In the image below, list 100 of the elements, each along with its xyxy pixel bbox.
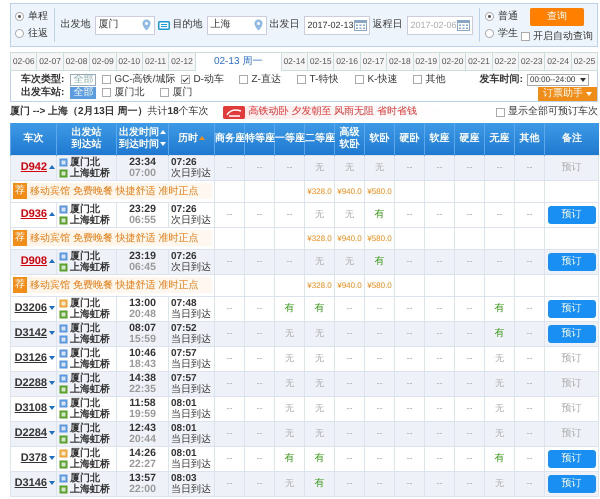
checkbox-label[interactable]: 厦门: [172, 86, 192, 98]
date-tab[interactable]: 02-13 周一: [196, 53, 282, 71]
input-field[interactable]: 2017-02-13: [304, 16, 370, 34]
seat-cell: --: [424, 249, 454, 274]
collapse-caret-icon[interactable]: [49, 165, 55, 170]
seat-cell: 无: [274, 471, 304, 496]
station-name: 厦门北: [70, 348, 100, 358]
checkbox-label[interactable]: 显示全部可预订车次: [508, 106, 598, 118]
checkbox-label[interactable]: Z-直达: [251, 74, 281, 86]
seat-cell: 有: [364, 202, 394, 227]
radio-button[interactable]: [485, 12, 494, 21]
checkbox[interactable]: [102, 75, 112, 84]
expand-caret-icon[interactable]: [49, 406, 55, 410]
seat-cell: 无: [274, 421, 304, 446]
time-select[interactable]: 00:00--24:00: [527, 74, 589, 86]
radio-button[interactable]: [15, 12, 24, 21]
date-tab[interactable]: 02-10: [116, 53, 143, 71]
checkbox-label[interactable]: 厦门北: [114, 86, 144, 98]
seat-cell: --: [394, 155, 424, 180]
station-marker-icon: [59, 334, 68, 344]
date-tab[interactable]: 02-24: [545, 53, 572, 71]
checkbox[interactable]: [102, 88, 112, 97]
date-tab[interactable]: 02-25: [572, 53, 598, 71]
date-tab[interactable]: 02-06: [10, 53, 38, 71]
seat-cell: --: [514, 396, 544, 421]
radio-label[interactable]: 普通: [498, 10, 518, 22]
date-tab[interactable]: 02-16: [334, 53, 361, 71]
date-tab[interactable]: 02-09: [90, 53, 116, 71]
depart-time: 23:29: [128, 204, 157, 214]
collapse-caret-icon[interactable]: [49, 259, 55, 264]
collapse-caret-icon[interactable]: [49, 212, 55, 216]
price-cell: ¥328.0: [304, 180, 334, 202]
date-tab[interactable]: 02-21: [466, 53, 493, 71]
date-tab[interactable]: 02-19: [414, 53, 440, 71]
seat-cell: --: [214, 155, 244, 180]
date-tab[interactable]: 02-11: [142, 53, 170, 71]
filter-label: 出发车站:: [21, 86, 64, 98]
station-name: 上海虹桥: [70, 334, 110, 344]
checkbox[interactable]: [297, 75, 306, 84]
station-marker-icon: [59, 448, 68, 458]
column-header: 软座: [424, 123, 454, 155]
recommend-badge: 荐: [13, 277, 27, 293]
column-header[interactable]: 历时: [168, 123, 214, 155]
station-marker-icon: [59, 324, 68, 332]
checkbox[interactable]: [496, 108, 505, 116]
radio-label[interactable]: 往返: [28, 28, 48, 40]
input-field[interactable]: 厦门: [94, 16, 154, 34]
station-name: 上海虹桥: [70, 434, 110, 444]
checkbox-label[interactable]: K-快速: [367, 74, 398, 86]
expand-caret-icon[interactable]: [49, 381, 55, 386]
checkbox-label[interactable]: T-特快: [309, 74, 338, 86]
date-tab[interactable]: 02-12: [169, 53, 196, 71]
checkbox[interactable]: [413, 75, 422, 84]
price-cell: ¥940.0: [334, 274, 364, 296]
seat-cell: --: [454, 371, 484, 396]
seat-cell: --: [334, 396, 364, 421]
checkbox[interactable]: [181, 75, 190, 84]
expand-caret-icon[interactable]: [49, 356, 55, 360]
swap-icon[interactable]: [158, 20, 170, 30]
checkbox[interactable]: [239, 75, 248, 84]
seat-cell: 无: [484, 371, 514, 396]
checkbox[interactable]: [160, 88, 170, 97]
checkbox[interactable]: [521, 32, 530, 41]
seat-cell: 无: [334, 249, 364, 274]
station-name: 上海虹桥: [70, 308, 110, 320]
radio-button[interactable]: [485, 29, 494, 38]
date-tab[interactable]: 02-15: [308, 53, 334, 71]
checkbox-label[interactable]: 其他: [425, 74, 446, 86]
checkbox-label[interactable]: GC-高铁/城际: [114, 74, 176, 86]
expand-caret-icon[interactable]: [49, 456, 55, 460]
seat-cell: --: [364, 321, 394, 346]
radio-button[interactable]: [15, 29, 24, 38]
seat-cell: --: [424, 321, 454, 346]
checkbox[interactable]: [355, 75, 364, 84]
seat-cell: --: [454, 396, 484, 421]
station-name: 厦门北: [70, 298, 100, 308]
date-tab[interactable]: 02-23: [519, 53, 546, 71]
field-label: 目的地: [172, 19, 202, 31]
checkbox-label[interactable]: D-动车: [193, 74, 224, 86]
expand-caret-icon[interactable]: [49, 431, 55, 436]
date-tab[interactable]: 02-20: [440, 53, 466, 71]
date-tab[interactable]: 02-07: [37, 53, 64, 71]
radio-label[interactable]: 单程: [28, 10, 48, 22]
seat-cell: --: [364, 346, 394, 371]
date-tab[interactable]: 02-22: [492, 53, 519, 71]
column-header[interactable]: 出发时间 到达时间: [116, 123, 168, 155]
seat-cell: --: [514, 421, 544, 446]
arrival-day: 当日到达: [171, 358, 212, 370]
seat-cell: --: [424, 446, 454, 471]
date-tab[interactable]: 02-08: [64, 53, 90, 71]
input-field[interactable]: 上海: [206, 16, 266, 34]
radio-label[interactable]: 学生: [498, 28, 518, 40]
checkbox-label[interactable]: 开启自动查询: [533, 30, 593, 42]
expand-caret-icon[interactable]: [49, 481, 55, 486]
date-tab[interactable]: 02-14: [282, 53, 308, 71]
expand-caret-icon[interactable]: [49, 331, 55, 336]
date-tab[interactable]: 02-17: [360, 53, 388, 71]
date-tab[interactable]: 02-18: [387, 53, 414, 71]
column-header: 高级 软卧: [334, 123, 364, 155]
expand-caret-icon[interactable]: [49, 306, 55, 310]
